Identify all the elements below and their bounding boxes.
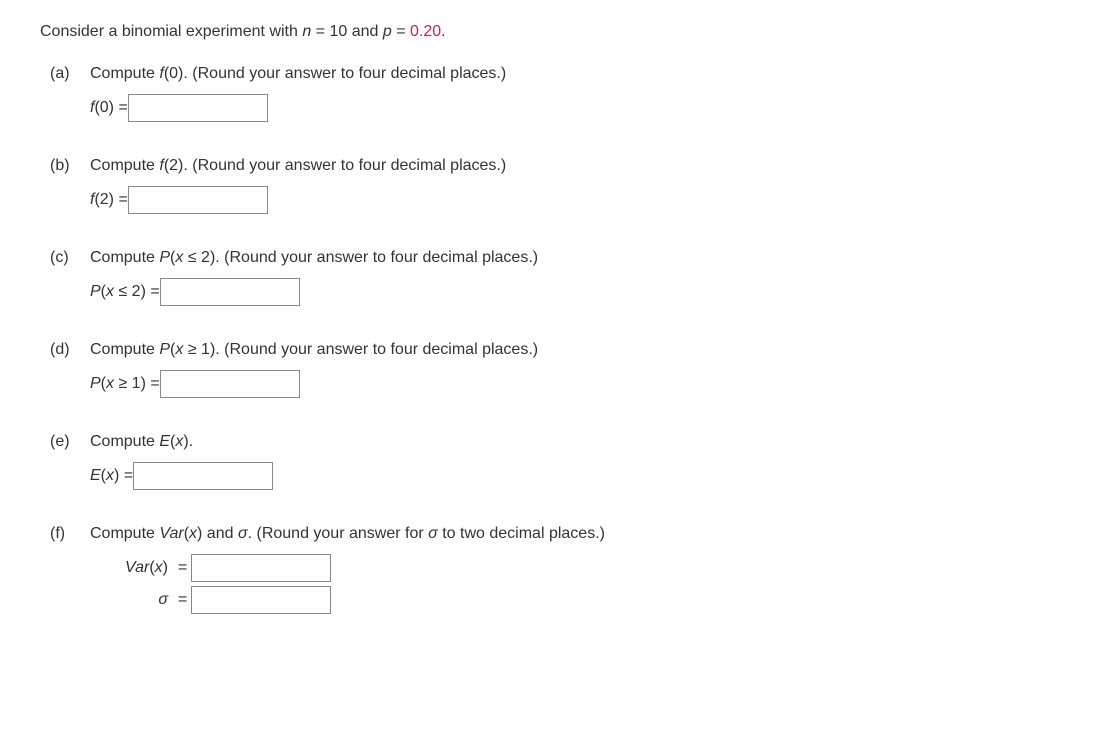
n-value: = 10 and [311,23,383,40]
part-a-instruction: Compute f(0). (Round your answer to four… [90,62,1068,86]
part-f-label: (f) [40,522,90,618]
part-f-varx-label: Var(x) [90,556,174,580]
part-d-answer-label: P(x ≥ 1) = [90,372,160,396]
p-value: 0.20 [410,23,441,40]
part-d-label: (d) [40,338,90,402]
var-p: p [383,23,392,40]
part-b: (b) Compute f(2). (Round your answer to … [40,154,1068,218]
part-b-answer-label: f(2) = [90,188,128,212]
part-c-instruction: Compute P(x ≤ 2). (Round your answer to … [90,246,1068,270]
part-b-input[interactable] [128,186,268,214]
intro-text: Consider a binomial experiment with [40,23,302,40]
part-d-input[interactable] [160,370,300,398]
part-a-answer-label: f(0) = [90,96,128,120]
part-d: (d) Compute P(x ≥ 1). (Round your answer… [40,338,1068,402]
part-f-varx-input[interactable] [191,554,331,582]
part-c-answer-label: P(x ≤ 2) = [90,280,160,304]
part-e-input[interactable] [133,462,273,490]
part-b-instruction: Compute f(2). (Round your answer to four… [90,154,1068,178]
part-a-label: (a) [40,62,90,126]
part-c-label: (c) [40,246,90,310]
problem-intro: Consider a binomial experiment with n = … [40,20,1068,44]
part-f-instruction: Compute Var(x) and σ. (Round your answer… [90,522,1068,546]
part-e-answer-label: E(x) = [90,464,133,488]
part-e-instruction: Compute E(x). [90,430,1068,454]
p-eq: = [392,23,410,40]
part-c: (c) Compute P(x ≤ 2). (Round your answer… [40,246,1068,310]
part-a: (a) Compute f(0). (Round your answer to … [40,62,1068,126]
intro-suffix: . [441,23,445,40]
part-b-label: (b) [40,154,90,218]
part-c-input[interactable] [160,278,300,306]
part-e-label: (e) [40,430,90,494]
part-d-instruction: Compute P(x ≥ 1). (Round your answer to … [90,338,1068,362]
part-f-sigma-label: σ [90,588,174,612]
var-n: n [302,23,311,40]
part-a-input[interactable] [128,94,268,122]
part-f-sigma-input[interactable] [191,586,331,614]
part-f: (f) Compute Var(x) and σ. (Round your an… [40,522,1068,618]
part-e: (e) Compute E(x). E(x) = [40,430,1068,494]
